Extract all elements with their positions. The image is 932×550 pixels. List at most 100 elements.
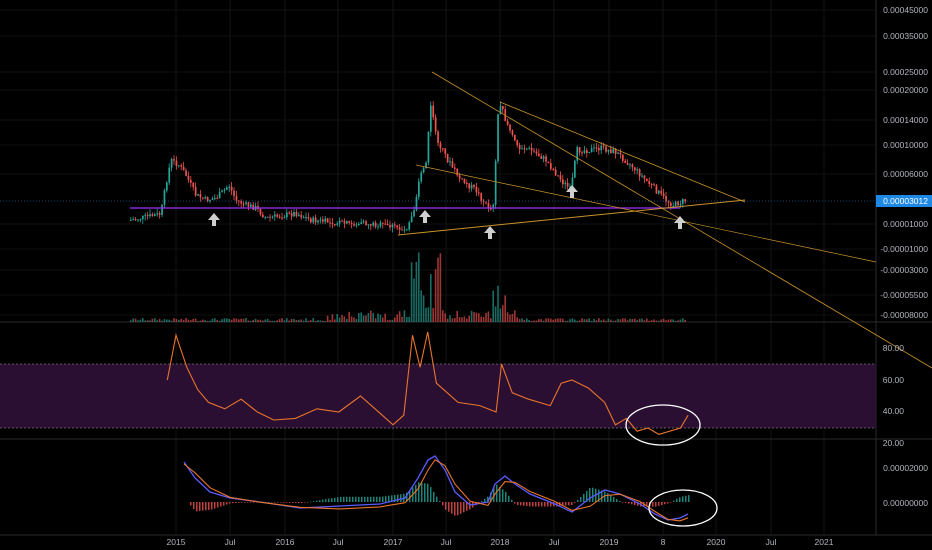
- macd-histogram-bar: [277, 502, 279, 503]
- macd-histogram-bar: [268, 501, 270, 503]
- candle-body: [564, 182, 567, 185]
- volume-bar: [576, 320, 578, 322]
- macd-histogram-bar: [226, 502, 228, 505]
- time-tick: 2018: [491, 537, 510, 547]
- volume-bar: [209, 320, 211, 322]
- volume-bar: [149, 320, 151, 322]
- volume-bar: [506, 312, 509, 322]
- macd-histogram-bar: [565, 502, 567, 506]
- volume-bar: [480, 316, 482, 322]
- macd-histogram-bar: [280, 502, 282, 503]
- candle-body: [622, 154, 624, 161]
- price-tick: 0.00025000: [883, 67, 928, 77]
- macd-histogram-bar: [325, 499, 327, 502]
- volume-bar: [146, 320, 149, 322]
- candle-body: [653, 184, 655, 186]
- volume-bar: [418, 252, 420, 322]
- time-tick: 2016: [276, 537, 295, 547]
- volume-bar: [634, 318, 636, 322]
- candle-body: [168, 167, 171, 183]
- candle-body: [557, 175, 559, 177]
- volume-bar: [312, 318, 314, 322]
- candle-body: [478, 192, 480, 194]
- macd-histogram-bar: [253, 502, 255, 503]
- candle-body: [245, 202, 247, 204]
- volume-bar: [612, 320, 614, 322]
- macd-histogram-bar: [520, 502, 522, 506]
- candle-body: [137, 219, 139, 221]
- volume-bar: [437, 257, 439, 322]
- candle-body: [574, 160, 576, 178]
- candle-body: [466, 182, 468, 184]
- macd-histogram-bar: [502, 489, 504, 502]
- volume-bar: [562, 318, 564, 322]
- candle-body: [629, 164, 631, 166]
- volume-bar: [386, 319, 389, 322]
- candle-body: [384, 223, 387, 225]
- volume-bar: [665, 320, 667, 322]
- candle-body: [331, 222, 334, 225]
- candle-body: [293, 212, 295, 217]
- candle-body: [444, 148, 447, 155]
- candle-body: [427, 131, 430, 163]
- candle-body: [180, 165, 183, 167]
- volume-bar: [377, 313, 379, 322]
- volume-bar: [463, 316, 466, 322]
- volume-bar: [362, 315, 365, 322]
- volume-bar: [497, 285, 499, 322]
- candle-body: [650, 183, 653, 185]
- candle-body: [151, 214, 154, 216]
- macd-histogram-bar: [352, 496, 354, 502]
- candle-body: [485, 202, 487, 204]
- candle-body: [434, 117, 437, 132]
- volume-bar: [139, 319, 142, 322]
- macd-histogram-bar: [379, 496, 381, 502]
- candle-body: [312, 217, 315, 223]
- candle-body: [439, 142, 442, 149]
- candle-body: [398, 227, 401, 230]
- candle-body: [360, 222, 363, 224]
- macd-histogram-bar: [418, 482, 420, 502]
- macd-histogram-bar: [367, 496, 369, 502]
- volume-bar: [302, 320, 305, 322]
- volume-bar: [178, 319, 180, 322]
- macd-histogram-bar: [331, 498, 333, 502]
- candle-body: [185, 170, 187, 176]
- candle-body: [319, 219, 322, 221]
- macd-histogram-bar: [355, 496, 357, 502]
- candle-body: [281, 217, 283, 219]
- macd-histogram-bar: [385, 496, 387, 502]
- volume-bar: [468, 315, 470, 322]
- volume-bar: [461, 317, 463, 322]
- volume-bar: [650, 320, 653, 322]
- candle-body: [403, 229, 406, 231]
- candle-body: [142, 215, 144, 220]
- macd-histogram-bar: [247, 502, 249, 503]
- volume-bar: [554, 318, 557, 322]
- candle-body: [456, 168, 459, 176]
- macd-histogram-bar: [568, 502, 570, 506]
- candle-body: [221, 190, 223, 193]
- candle-body: [307, 217, 310, 219]
- candle-body: [538, 153, 540, 157]
- candle-body: [634, 167, 636, 171]
- volume-bar: [372, 313, 374, 322]
- volume-bar: [523, 319, 526, 322]
- macd-histogram-bar: [481, 501, 483, 502]
- volume-bar: [384, 313, 386, 322]
- volume-bar: [432, 308, 434, 322]
- macd-histogram-bar: [370, 496, 372, 502]
- macd-histogram-bar: [484, 498, 486, 502]
- candle-body: [283, 217, 286, 219]
- price-tick: 0.00006000: [883, 169, 928, 179]
- candle-body: [228, 186, 231, 188]
- rsi-tick: 40.00: [883, 406, 905, 416]
- macd-histogram-bar: [613, 497, 615, 502]
- candle-body: [204, 197, 207, 199]
- macd-histogram-bar: [250, 502, 252, 503]
- volume-bar: [559, 318, 562, 322]
- candle-body: [586, 150, 588, 153]
- volume-bar: [319, 320, 322, 322]
- volume-bar: [206, 320, 209, 322]
- macd-histogram-bar: [514, 502, 516, 504]
